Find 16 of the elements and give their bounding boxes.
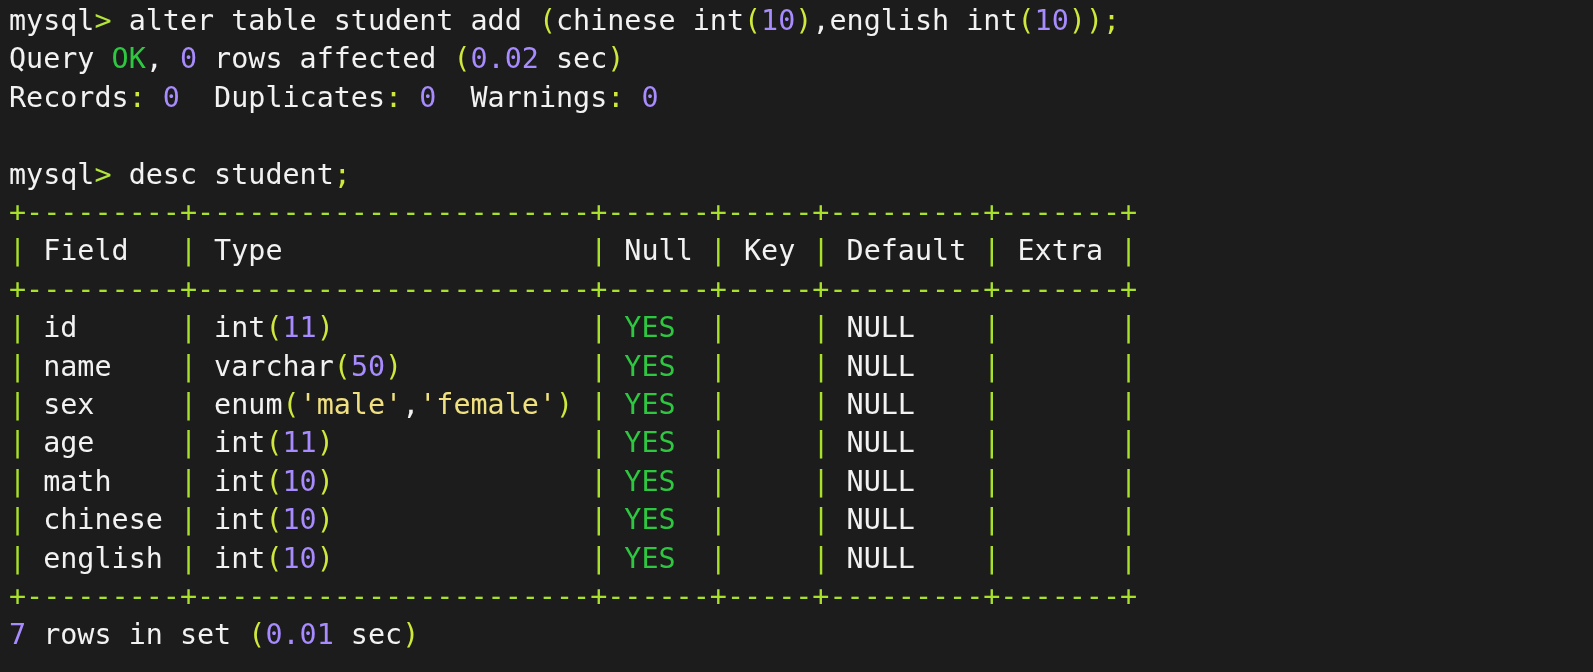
table-border-line: +---------+-----------------------+------+-----+---------+-------+	[9, 195, 1138, 231]
terminal-line: | english | int(10) | YES | | NULL | |	[9, 540, 1138, 577]
terminal-line: | math | int(10) | YES | | NULL | |	[9, 463, 1138, 500]
terminal-line: | chinese | int(10) | YES | | NULL | |	[9, 502, 1138, 539]
terminal-line: Query OK, 0 rows affected (0.02 sec)	[9, 41, 625, 78]
terminal-line: | id | int(11) | YES | | NULL | |	[9, 310, 1138, 347]
terminal-line: | name | varchar(50) | YES | | NULL | |	[9, 348, 1138, 385]
terminal-line: | sex | enum('male','female') | YES | | NULL | |	[9, 387, 1138, 424]
table-border-line: +---------+-----------------------+------+-----+---------+-------+	[9, 579, 1138, 616]
terminal-line: Records: 0 Duplicates: 0 Warnings: 0	[9, 79, 659, 116]
terminal-line: | age | int(11) | YES | | NULL | |	[9, 425, 1138, 462]
terminal-line: mysql> alter table student add (chinese int(10),english int(10));	[9, 3, 1121, 39]
terminal-line: | Field | Type | Null | Key | Default | Extra |	[9, 233, 1138, 270]
terminal-line: 7 rows in set (0.01 sec)	[9, 617, 420, 654]
table-border-line: +---------+-----------------------+------+-----+---------+-------+	[9, 271, 1138, 308]
terminal-line: mysql> desc student;	[9, 156, 351, 193]
